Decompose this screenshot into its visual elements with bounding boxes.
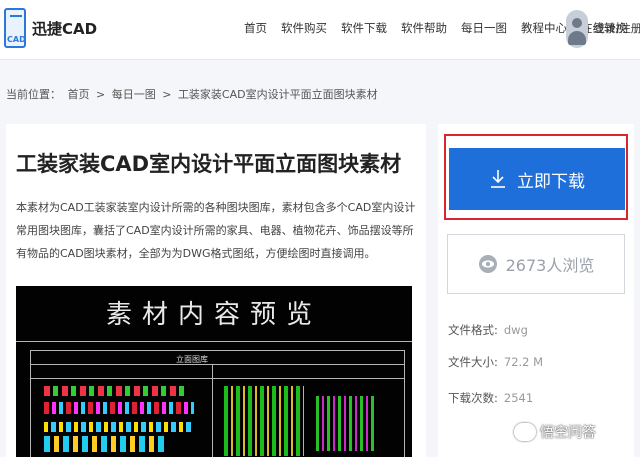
cad-logo-icon: CAD xyxy=(4,8,26,48)
nav-home[interactable]: 首页 xyxy=(244,20,267,36)
breadcrumb-separator: > xyxy=(162,88,172,101)
download-button[interactable]: 立即下载 xyxy=(449,148,625,210)
nav-tutorials[interactable]: 教程中心 xyxy=(521,20,567,36)
preview-title: 素材内容预览 xyxy=(105,300,322,330)
speech-bubble-icon xyxy=(514,423,536,441)
material-preview-image: 素材内容预览 立面图库 xyxy=(16,286,412,457)
nav-download[interactable]: 软件下载 xyxy=(341,20,387,36)
nav-help[interactable]: 软件帮助 xyxy=(401,20,447,36)
nav-daily-image[interactable]: 每日一图 xyxy=(461,20,507,36)
breadcrumb-home[interactable]: 首页 xyxy=(68,88,90,101)
article-description: 本素材为CAD工装家装室内设计所需的各种图块图库，素材包含多个CAD室内设计常用… xyxy=(16,201,416,260)
watermark-text: 悟空问答 xyxy=(540,425,596,441)
download-button-label: 立即下载 xyxy=(517,171,585,192)
article-card: 工装家装CAD室内设计平面立面图块素材 本素材为CAD工装家装室内设计所需的各种… xyxy=(6,124,426,457)
watermark: 悟空问答 xyxy=(514,422,596,442)
file-format-key: 文件格式: xyxy=(448,323,498,337)
logo-mark-label: CAD xyxy=(7,35,26,44)
download-count-value: 2541 xyxy=(503,391,534,405)
preview-subtitle: 立面图库 xyxy=(176,355,208,364)
download-sidebar: 立即下载 2673人浏览 文件格式: dwg 文件大小: 72.2 M 下载次数: 2… xyxy=(438,124,634,457)
download-count-row: 下载次数: 2541 xyxy=(448,390,533,406)
site-logo[interactable]: CAD 迅捷CAD xyxy=(4,8,97,48)
brand-name: 迅捷CAD xyxy=(32,19,98,38)
view-count: 2673人浏览 xyxy=(447,234,625,294)
login-register-link[interactable]: 登录/注册 xyxy=(594,20,640,36)
view-count-label: 2673人浏览 xyxy=(505,256,595,275)
user-avatar-icon[interactable] xyxy=(566,10,588,48)
file-format-row: 文件格式: dwg xyxy=(448,322,528,338)
file-size-key: 文件大小: xyxy=(448,355,498,369)
breadcrumb-separator: > xyxy=(96,88,106,101)
file-format-value: dwg xyxy=(503,323,528,337)
breadcrumb-daily-image[interactable]: 每日一图 xyxy=(112,88,156,101)
download-count-key: 下载次数: xyxy=(448,391,498,405)
file-size-row: 文件大小: 72.2 M xyxy=(448,354,543,370)
file-size-value: 72.2 M xyxy=(503,355,544,369)
breadcrumb-prefix: 当前位置： xyxy=(6,88,61,101)
top-header: CAD 迅捷CAD 首页 软件购买 软件下载 软件帮助 每日一图 教程中心 在线… xyxy=(0,0,640,60)
page-title: 工装家装CAD室内设计平面立面图块素材 xyxy=(16,152,402,176)
eye-icon xyxy=(478,255,497,273)
breadcrumb: 当前位置： 首页 > 每日一图 > 工装家装CAD室内设计平面立面图块素材 xyxy=(6,86,381,102)
breadcrumb-current: 工装家装CAD室内设计平面立面图块素材 xyxy=(177,88,378,101)
nav-buy[interactable]: 软件购买 xyxy=(281,20,327,36)
download-arrow-icon xyxy=(491,170,505,188)
